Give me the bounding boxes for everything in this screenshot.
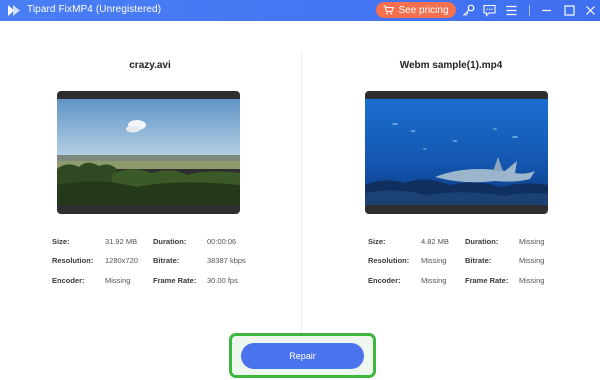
resolution-label: Resolution: xyxy=(368,256,410,265)
framerate-value: Missing xyxy=(519,276,545,285)
encoder-label: Encoder: xyxy=(368,276,401,285)
framerate-value: 30.00 fps xyxy=(207,276,238,285)
close-icon[interactable] xyxy=(583,3,598,18)
left-info-row-2: Resolution: 1280x720 Bitrate: 38387 kbps xyxy=(0,256,300,268)
right-info-row-3: Encoder: Missing Frame Rate: Missing xyxy=(302,276,600,288)
repair-button[interactable]: Repair xyxy=(241,343,364,369)
feedback-icon[interactable] xyxy=(482,3,497,18)
toolbar-separator xyxy=(529,5,530,16)
encoder-value: Missing xyxy=(105,276,131,285)
see-pricing-button[interactable]: See pricing xyxy=(376,2,456,18)
right-info-row-2: Resolution: Missing Bitrate: Missing xyxy=(302,256,600,268)
title-bar: Tipard FixMP4 (Unregistered) See pricing xyxy=(0,0,600,21)
left-file-name: crazy.avi xyxy=(129,60,171,71)
framerate-label: Frame Rate: xyxy=(465,276,509,285)
right-info-row-1: Size: 4.82 MB Duration: Missing xyxy=(302,237,600,249)
bitrate-label: Bitrate: xyxy=(465,256,492,265)
resolution-value: Missing xyxy=(421,256,447,265)
encoder-label: Encoder: xyxy=(52,276,85,285)
bitrate-label: Bitrate: xyxy=(153,256,180,265)
key-icon[interactable] xyxy=(461,3,476,18)
cart-icon xyxy=(383,5,395,15)
right-file-name: Webm sample(1).mp4 xyxy=(399,60,503,71)
duration-value: 00:00:06 xyxy=(207,237,237,246)
left-video-preview xyxy=(57,91,240,214)
duration-label: Duration: xyxy=(153,237,187,246)
minimize-icon[interactable] xyxy=(539,3,554,18)
see-pricing-label: See pricing xyxy=(398,4,449,16)
left-video-panel: crazy.avi Size: 31.92 MB Duration: 00:00… xyxy=(0,21,300,321)
resolution-label: Resolution: xyxy=(52,256,94,265)
landscape-thumbnail-icon xyxy=(57,99,240,205)
menu-icon[interactable] xyxy=(504,3,519,18)
size-value: 31.92 MB xyxy=(105,237,138,246)
encoder-value: Missing xyxy=(421,276,447,285)
framerate-label: Frame Rate: xyxy=(153,276,197,285)
resolution-value: 1280x720 xyxy=(105,256,138,265)
size-label: Size: xyxy=(368,237,386,246)
app-title: Tipard FixMP4 (Unregistered) xyxy=(27,4,162,15)
right-video-panel: Webm sample(1).mp4 Size: 4.82 MB Duratio… xyxy=(302,21,600,321)
duration-value: Missing xyxy=(519,237,545,246)
underwater-thumbnail-icon xyxy=(365,99,548,205)
bitrate-value: 38387 kbps xyxy=(207,256,246,265)
left-info-row-3: Encoder: Missing Frame Rate: 30.00 fps xyxy=(0,276,300,288)
bitrate-value: Missing xyxy=(519,256,545,265)
right-video-preview xyxy=(365,91,548,214)
size-value: 4.82 MB xyxy=(421,237,449,246)
maximize-icon[interactable] xyxy=(562,3,577,18)
size-label: Size: xyxy=(52,237,70,246)
app-logo-icon xyxy=(7,4,21,17)
duration-label: Duration: xyxy=(465,237,499,246)
left-info-row-1: Size: 31.92 MB Duration: 00:00:06 xyxy=(0,237,300,249)
